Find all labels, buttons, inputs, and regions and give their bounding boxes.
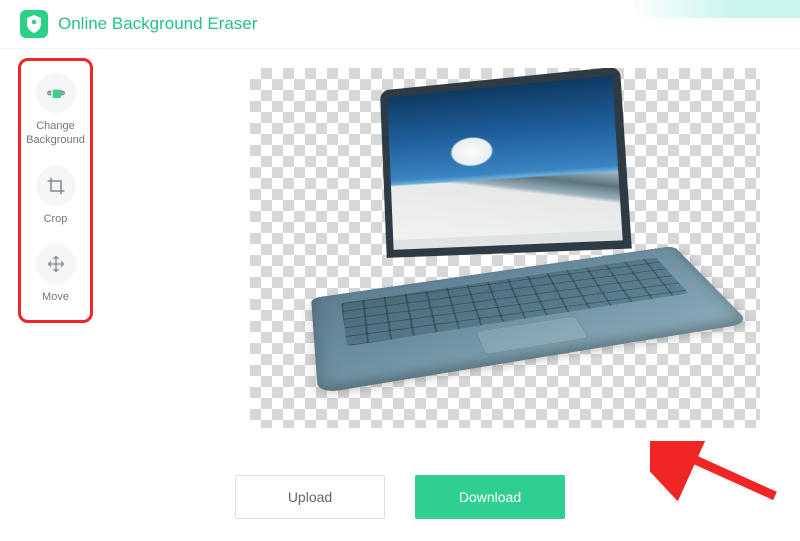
crop-icon [36, 166, 76, 206]
decorative-corner [630, 0, 800, 18]
footer: Upload Download [0, 475, 800, 519]
tool-label: Move [42, 290, 69, 304]
move-icon [36, 244, 76, 284]
tool-change-background[interactable]: Change Background [26, 73, 85, 148]
laptop-wallpaper [387, 75, 622, 249]
shield-icon [26, 15, 42, 33]
tool-label: Crop [44, 212, 68, 226]
tool-crop[interactable]: Crop [36, 166, 76, 226]
change-background-icon [36, 73, 76, 113]
laptop-screen [380, 68, 632, 258]
app-logo [20, 10, 48, 38]
upload-button[interactable]: Upload [235, 475, 385, 519]
app-title: Online Background Eraser [58, 14, 257, 34]
sidebar: Change Background Crop Move [18, 58, 93, 323]
tool-label: Change Background [26, 119, 85, 148]
download-button[interactable]: Download [415, 475, 565, 519]
tool-move[interactable]: Move [36, 244, 76, 304]
canvas-area [240, 58, 770, 438]
canvas[interactable] [250, 68, 760, 428]
